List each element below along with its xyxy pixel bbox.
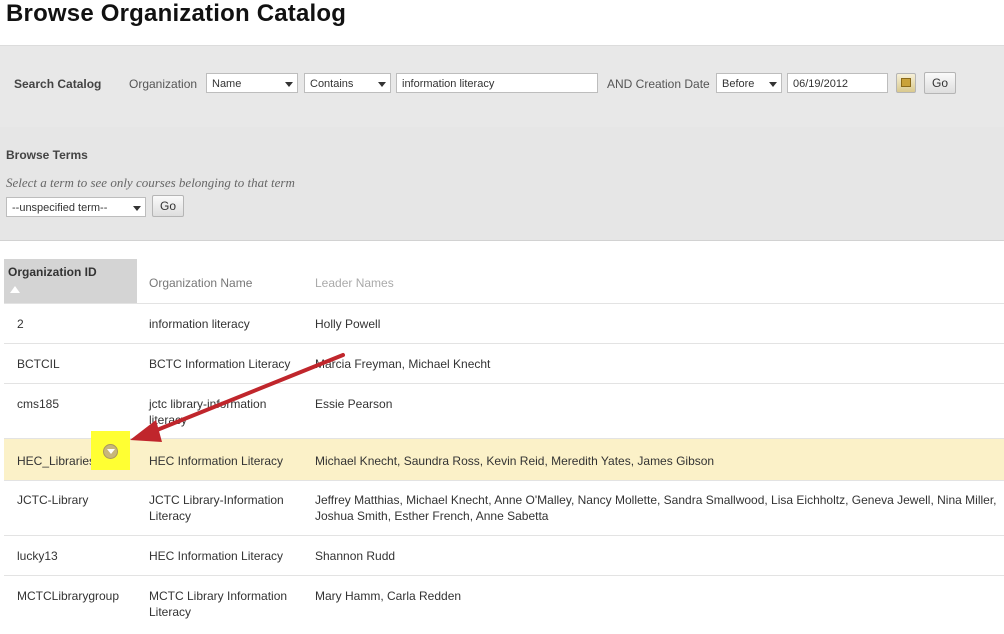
- org-id-cell[interactable]: MCTCLibrarygroup: [17, 588, 119, 604]
- org-name-cell: MCTC Library Information Literacy: [149, 589, 288, 619]
- creation-date-input[interactable]: 06/19/2012: [787, 73, 888, 93]
- org-name-cell: BCTC Information Literacy: [149, 357, 291, 371]
- column-header-label: Organization ID: [8, 265, 97, 279]
- leader-names-cell: Jeffrey Matthias, Michael Knecht, Anne O…: [315, 493, 997, 523]
- org-name-cell: HEC Information Literacy: [149, 454, 284, 468]
- org-name-cell: HEC Information Literacy: [149, 549, 284, 563]
- leader-names-cell: Marcia Freyman, Michael Knecht: [315, 357, 491, 371]
- org-id-cell[interactable]: lucky13: [17, 548, 58, 564]
- search-go-button[interactable]: Go: [924, 72, 956, 94]
- org-name-cell: jctc library-information literacy: [149, 397, 267, 427]
- browse-terms-panel: Browse Terms Select a term to see only c…: [0, 127, 1004, 241]
- org-name-cell: JCTC Library-Information Literacy: [149, 493, 284, 523]
- table-row: cms185 jctc library-information literacy…: [4, 383, 1004, 439]
- org-id-cell[interactable]: JCTC-Library: [17, 492, 88, 508]
- sort-ascending-icon: [10, 286, 20, 293]
- leader-names-cell: Mary Hamm, Carla Redden: [315, 589, 462, 603]
- search-catalog-label: Search Catalog: [14, 77, 102, 91]
- term-select[interactable]: --unspecified term--: [6, 197, 146, 217]
- chevron-down-icon: [133, 206, 141, 211]
- date-operator-select[interactable]: Before: [716, 73, 782, 93]
- org-id-cell[interactable]: 2: [17, 316, 24, 332]
- term-go-button[interactable]: Go: [152, 195, 184, 217]
- context-menu-highlight: [91, 431, 130, 470]
- search-term-input[interactable]: information literacy: [396, 73, 598, 93]
- org-name-cell: information literacy: [149, 317, 250, 331]
- column-header-organization-name[interactable]: Organization Name: [149, 276, 252, 290]
- page-title: Browse Organization Catalog: [6, 0, 347, 27]
- chevron-down-icon: [285, 82, 293, 87]
- column-header-organization-id[interactable]: Organization ID: [4, 259, 137, 303]
- browse-terms-hint: Select a term to see only courses belong…: [6, 175, 295, 190]
- table-row: JCTC-Library JCTC Library-Information Li…: [4, 480, 1004, 536]
- leader-names-cell: Shannon Rudd: [315, 549, 396, 563]
- organization-table: Organization ID Organization Name Leader…: [0, 241, 1004, 633]
- organization-label: Organization: [129, 77, 198, 91]
- table-row: 2 information literacy Holly Powell: [4, 303, 1004, 344]
- date-operator-value: Before: [722, 78, 755, 90]
- search-panel: Search Catalog Organization Name Contain…: [0, 45, 1004, 128]
- table-row: lucky13 HEC Information Literacy Shannon…: [4, 535, 1004, 576]
- table-row: MCTCLibrarygroup MCTC Library Informatio…: [4, 575, 1004, 634]
- org-id-cell[interactable]: HEC_Libraries: [17, 453, 95, 469]
- leader-names-cell: Essie Pearson: [315, 397, 393, 411]
- org-id-cell[interactable]: BCTCIL: [17, 356, 60, 372]
- term-select-value: --unspecified term--: [12, 202, 108, 214]
- org-id-cell[interactable]: cms185: [17, 396, 59, 412]
- column-header-leader-names[interactable]: Leader Names: [315, 276, 394, 290]
- leader-names-cell: Michael Knecht, Saundra Ross, Kevin Reid…: [315, 454, 715, 468]
- field-select-value: Name: [212, 78, 242, 90]
- calendar-icon: [901, 78, 911, 87]
- table-row-highlighted: HEC_Libraries HEC Information Literacy M…: [4, 431, 1004, 481]
- chevron-down-icon: [769, 82, 777, 87]
- field-select[interactable]: Name: [206, 73, 298, 93]
- date-picker-button[interactable]: [896, 73, 916, 93]
- operator-select-value: Contains: [310, 78, 354, 90]
- leader-names-cell: Holly Powell: [315, 317, 381, 331]
- table-row: BCTCIL BCTC Information Literacy Marcia …: [4, 343, 1004, 384]
- operator-select[interactable]: Contains: [304, 73, 391, 93]
- chevron-down-icon: [378, 82, 386, 87]
- browse-terms-title: Browse Terms: [6, 148, 88, 162]
- creation-date-value: 06/19/2012: [793, 78, 849, 90]
- search-term-value: information literacy: [402, 78, 495, 90]
- creation-date-label: AND Creation Date: [607, 77, 710, 91]
- context-menu-chevron-icon[interactable]: [103, 444, 118, 459]
